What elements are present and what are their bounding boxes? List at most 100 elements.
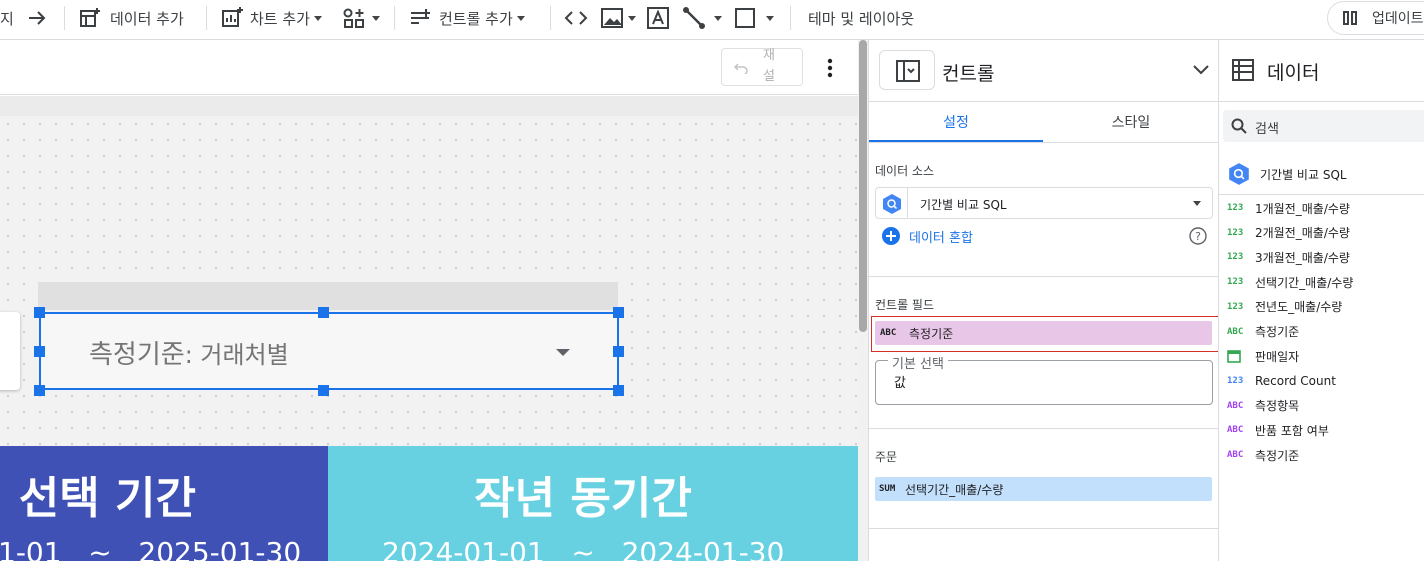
resize-handle[interactable] xyxy=(613,346,624,357)
blend-data-link[interactable]: 데이터 혼합 xyxy=(881,226,973,246)
tab-style[interactable]: 스타일 xyxy=(1043,102,1219,142)
canvas-background: 측정기준: 거래처별 선택 기간 1-01 ~ 2025-01-30 작년 동기… xyxy=(0,96,858,561)
default-selection-field[interactable]: 기본 선택 값 xyxy=(875,353,1213,405)
help-icon[interactable]: ? xyxy=(1189,227,1207,245)
add-data-icon xyxy=(80,8,100,27)
scorecard-last-year-period[interactable]: 작년 동기간 2024-01-01 ~ 2024-01-30 xyxy=(328,446,858,561)
control-header-strip xyxy=(38,282,618,310)
add-data-button[interactable]: 데이터 추가 xyxy=(78,0,184,36)
calendar-icon xyxy=(1227,349,1255,363)
tab-setup[interactable]: 설정 xyxy=(869,102,1043,142)
text-box-icon xyxy=(647,7,669,29)
order-field-chip[interactable]: SUM 선택기간_매출/수량 xyxy=(875,477,1212,501)
canvas-area: 재설정 측정기준: 거래처별 xyxy=(0,40,858,561)
resize-handle[interactable] xyxy=(318,385,329,396)
page-name-fragment[interactable]: 지 xyxy=(0,0,14,36)
divider xyxy=(907,188,908,218)
add-text-button[interactable] xyxy=(646,0,670,36)
resize-handle[interactable] xyxy=(318,307,329,318)
data-field-item[interactable]: 판매일자 xyxy=(1227,344,1299,368)
reset-button[interactable]: 재설정 xyxy=(721,48,803,86)
data-source-label: 데이터 소스 xyxy=(875,164,935,178)
community-viz-button[interactable] xyxy=(342,0,380,36)
divider xyxy=(64,6,65,30)
data-field-item[interactable]: 123 Record Count xyxy=(1227,369,1336,393)
field-name: 선택기간_매출/수량 xyxy=(1255,275,1354,290)
control-field-label: 컨트롤 필드 xyxy=(875,298,935,312)
divider xyxy=(550,6,551,30)
field-type-badge: 123 xyxy=(1227,375,1244,386)
data-field-item[interactable]: ABC 측정항목 xyxy=(1227,394,1299,418)
default-selection-label: 기본 선택 xyxy=(888,353,948,372)
svg-text:?: ? xyxy=(1195,230,1201,243)
report-page[interactable]: 측정기준: 거래처별 선택 기간 1-01 ~ 2025-01-30 작년 동기… xyxy=(0,116,858,561)
divider xyxy=(790,6,791,30)
chevron-down-icon xyxy=(516,15,525,21)
data-source-select[interactable]: 기간별 비교 SQL xyxy=(875,187,1213,219)
data-field-item[interactable]: 123 선택기간_매출/수량 xyxy=(1227,270,1353,294)
field-type-badge: ABC xyxy=(1227,425,1244,436)
add-line-button[interactable] xyxy=(682,0,722,36)
dropdown-arrow-icon xyxy=(556,349,570,356)
redo-arrow-icon[interactable] xyxy=(26,0,48,36)
field-name: 측정항목 xyxy=(1255,399,1300,414)
divider xyxy=(1219,194,1424,195)
field-search-input[interactable]: 검색 xyxy=(1223,110,1424,142)
scorecard-date-range: 2024-01-01 ~ 2024-01-30 xyxy=(382,536,785,561)
dimension-dropdown-control[interactable]: 측정기준: 거래처별 xyxy=(39,312,619,390)
rectangle-icon xyxy=(735,8,755,28)
chevron-down-icon[interactable] xyxy=(1192,64,1210,76)
resize-handle[interactable] xyxy=(613,307,624,318)
field-type-badge: 123 xyxy=(1227,277,1244,288)
add-image-button[interactable] xyxy=(600,0,636,36)
partial-control-card[interactable] xyxy=(0,312,20,390)
order-label: 주문 xyxy=(875,450,898,464)
field-type-badge: ABC xyxy=(1227,326,1244,337)
data-field-item[interactable]: ABC 반품 포함 여부 xyxy=(1227,418,1329,442)
add-chart-icon xyxy=(222,7,243,27)
bigquery-icon xyxy=(1229,163,1249,185)
panel-title: 데이터 xyxy=(1267,62,1320,84)
field-name: 전년도_매출/수량 xyxy=(1255,300,1343,315)
scorecard-title: 작년 동기간 xyxy=(474,473,692,524)
more-options-icon[interactable] xyxy=(820,56,840,80)
field-type-badge: ABC xyxy=(1227,400,1244,411)
chevron-down-icon xyxy=(628,15,636,21)
field-name: 1개월전_매출/수량 xyxy=(1255,201,1350,216)
data-field-item[interactable]: ABC 측정기준 xyxy=(1227,443,1299,467)
embed-code-button[interactable] xyxy=(564,0,588,36)
add-shape-button[interactable] xyxy=(734,0,774,36)
control-field-chip[interactable]: ABC 측정기준 xyxy=(875,321,1212,345)
scorecard-selected-period[interactable]: 선택 기간 1-01 ~ 2025-01-30 xyxy=(0,446,328,561)
resize-handle[interactable] xyxy=(34,346,45,357)
field-name: 3개월전_매출/수량 xyxy=(1255,250,1350,265)
scrollbar-thumb[interactable] xyxy=(859,40,867,332)
reset-label: 재설정 xyxy=(763,48,775,84)
default-selection-value: 값 xyxy=(894,376,906,391)
data-field-item[interactable]: 123 2개월전_매출/수량 xyxy=(1227,221,1350,245)
field-name: 2개월전_매출/수량 xyxy=(1255,226,1350,241)
canvas-scrollbar[interactable] xyxy=(858,40,868,561)
theme-layout-button[interactable]: 테마 및 레이아웃 xyxy=(808,0,914,36)
resize-handle[interactable] xyxy=(34,385,45,396)
pause-columns-icon xyxy=(1343,11,1357,25)
divider xyxy=(869,276,1219,277)
toolbar: 지 데이터 추가 차트 추가 컨트롤 추가 테마 및 레이아웃 업데이트 xyxy=(0,0,1424,36)
data-field-item[interactable]: 123 전년도_매출/수량 xyxy=(1227,295,1342,319)
resize-handle[interactable] xyxy=(34,307,45,318)
add-control-button[interactable]: 컨트롤 추가 xyxy=(408,0,525,36)
update-button[interactable]: 업데이트 xyxy=(1327,1,1424,35)
data-field-item[interactable]: ABC 측정기준 xyxy=(1227,320,1299,344)
data-field-item[interactable]: 123 3개월전_매출/수량 xyxy=(1227,245,1350,269)
control-type-icon[interactable] xyxy=(879,50,935,90)
divider xyxy=(1219,101,1424,102)
data-source-item[interactable]: 기간별 비교 SQL xyxy=(1227,162,1347,186)
field-type-badge: 123 xyxy=(1227,227,1244,238)
data-field-item[interactable]: 123 1개월전_매출/수량 xyxy=(1227,196,1350,220)
field-name: Record Count xyxy=(1255,373,1336,388)
aggregation-badge: SUM xyxy=(879,484,896,494)
chevron-down-icon xyxy=(1193,201,1201,206)
line-icon xyxy=(683,7,705,29)
add-chart-button[interactable]: 차트 추가 xyxy=(220,0,322,36)
resize-handle[interactable] xyxy=(613,385,624,396)
